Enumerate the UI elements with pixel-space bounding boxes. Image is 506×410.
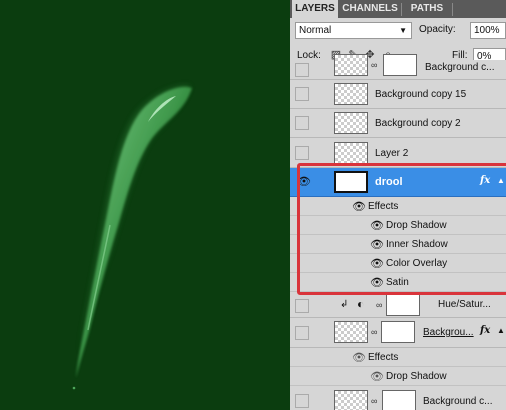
layer-name: Background copy 2 [375, 118, 461, 129]
layer-thumbnail [334, 112, 368, 134]
layer-row[interactable]: Background copy 2 [290, 109, 506, 138]
link-icon: ∞ [371, 327, 378, 337]
fx-icon[interactable]: fx [480, 175, 490, 186]
effects-label: Effects [368, 352, 399, 363]
collapse-arrow-icon[interactable]: ▲ [497, 176, 505, 185]
eye-icon[interactable]: 👁︎ [297, 175, 311, 188]
effect-name: Drop Shadow [386, 371, 447, 382]
chevron-down-icon: ▼ [399, 26, 407, 35]
layer-row[interactable]: Background copy 15 [290, 80, 506, 109]
layer-name: Hue/Satur... [438, 299, 491, 310]
tab-channels[interactable]: CHANNELS [339, 0, 401, 18]
layer-row[interactable]: Layer 2 [290, 138, 506, 168]
effect-row[interactable]: 👁︎ Drop Shadow [290, 216, 506, 235]
eye-icon[interactable]: 👁︎ [352, 351, 366, 364]
layer-name: drool [375, 176, 403, 188]
layer-thumbnail [334, 321, 368, 343]
effect-name: Satin [386, 277, 409, 288]
layer-row[interactable]: ∞ Background c... [290, 54, 506, 80]
link-icon: ∞ [371, 60, 378, 70]
link-icon: ∞ [371, 396, 378, 406]
layer-name: Layer 2 [375, 148, 409, 159]
layer-thumbnail [334, 171, 368, 193]
effect-row[interactable]: 👁︎ Inner Shadow [290, 235, 506, 254]
document-canvas[interactable] [0, 0, 290, 410]
visibility-toggle[interactable] [295, 87, 309, 101]
layer-name: Backgrou... [423, 327, 474, 338]
layers-list: ∞ Background c... Background copy 15 Bac… [290, 54, 506, 410]
opacity-label: Opacity: [419, 24, 456, 35]
panel-tab-bar: LAYERS CHANNELS PATHS [290, 0, 506, 18]
layer-thumbnail [334, 390, 368, 410]
eye-icon[interactable]: 👁︎ [370, 238, 384, 251]
adjustment-icon: ◐ [357, 297, 365, 311]
effect-name: Color Overlay [386, 258, 448, 269]
opacity-field[interactable]: 100% [470, 22, 506, 39]
visibility-toggle[interactable] [295, 63, 309, 77]
tab-layers[interactable]: LAYERS [292, 0, 338, 18]
layer-thumbnail [334, 83, 368, 105]
effect-row[interactable]: 👁︎ Color Overlay [290, 254, 506, 273]
effect-name: Inner Shadow [386, 239, 448, 250]
visibility-toggle[interactable] [295, 394, 309, 408]
layer-mask-thumbnail [381, 321, 415, 343]
layer-mask-thumbnail [382, 390, 416, 410]
blend-mode-value: Normal [299, 25, 332, 36]
layer-row[interactable]: ∞ Background c... [290, 386, 506, 410]
visibility-toggle[interactable] [295, 146, 309, 160]
visibility-toggle[interactable] [295, 299, 309, 313]
visibility-toggle[interactable] [295, 326, 309, 340]
eye-icon[interactable]: 👁︎ [370, 370, 384, 383]
visibility-toggle[interactable] [295, 116, 309, 130]
layers-panel: LAYERS CHANNELS PATHS Normal ▼ Opacity: … [290, 0, 506, 410]
clip-arrow-icon: ↲ [340, 299, 349, 310]
effect-row[interactable]: 👁︎ Drop Shadow [290, 367, 506, 386]
blend-opacity-row: Normal ▼ Opacity: 100% [290, 19, 506, 43]
layer-row[interactable]: ∞ Backgrou... fx ▲ [290, 318, 506, 348]
collapse-arrow-icon[interactable]: ▲ [497, 326, 505, 335]
eye-icon[interactable]: 👁︎ [352, 200, 366, 213]
eye-icon[interactable]: 👁︎ [370, 257, 384, 270]
blend-mode-select[interactable]: Normal ▼ [295, 22, 412, 39]
layer-mask-thumbnail [386, 294, 420, 316]
layer-name: Background c... [425, 62, 495, 73]
drool-artwork [72, 85, 192, 390]
layer-thumbnail [334, 142, 368, 164]
effects-header[interactable]: 👁︎ Effects [290, 197, 506, 216]
effect-name: Drop Shadow [386, 220, 447, 231]
layer-name: Background copy 15 [375, 89, 467, 100]
tab-paths[interactable]: PATHS [403, 0, 451, 18]
fx-icon[interactable]: fx [480, 325, 490, 336]
layer-mask-thumbnail [383, 54, 417, 76]
layer-row[interactable]: ↲ ◐ ∞ Hue/Satur... [290, 292, 506, 318]
layer-name: Background c... [423, 396, 493, 407]
effects-label: Effects [368, 201, 399, 212]
layer-row-drool[interactable]: 👁︎ drool fx ▲ [290, 168, 506, 197]
layer-thumbnail [334, 54, 368, 76]
effects-header[interactable]: 👁︎ Effects [290, 348, 506, 367]
link-icon: ∞ [376, 300, 383, 310]
eye-icon[interactable]: 👁︎ [370, 276, 384, 289]
effect-row[interactable]: 👁︎ Satin [290, 273, 506, 292]
eye-icon[interactable]: 👁︎ [370, 219, 384, 232]
